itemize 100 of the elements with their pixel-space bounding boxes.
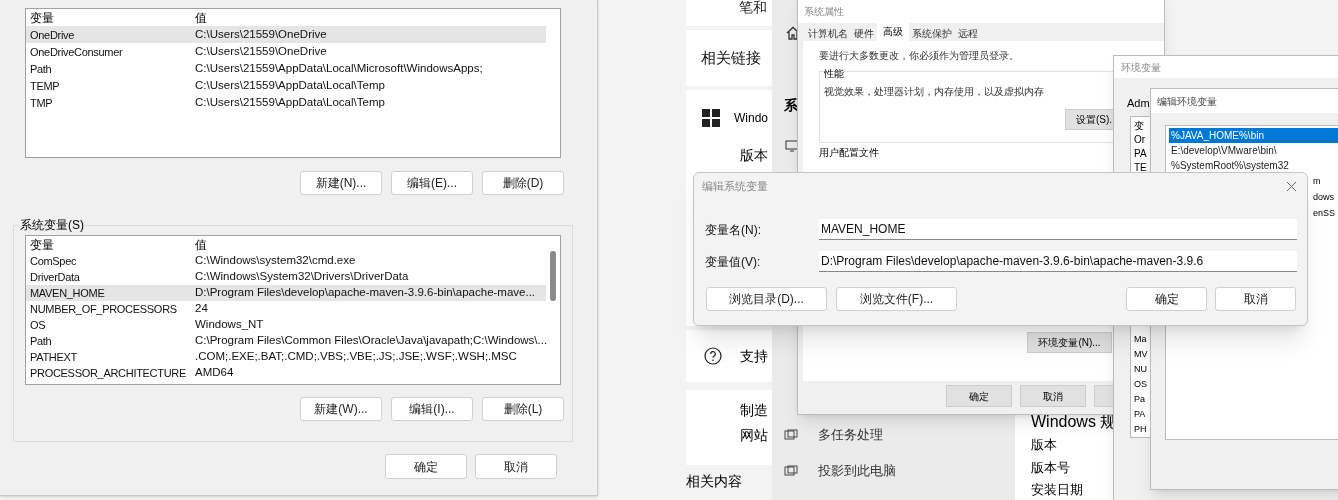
tab[interactable]: 高级 [877, 23, 909, 41]
variable-row[interactable]: ComSpec C:\Windows\system32\cmd.exe [26, 253, 546, 269]
variable-name: Path [30, 335, 52, 347]
variable-name: TMP [30, 96, 53, 109]
field-label: 变量值(V): [705, 253, 762, 271]
variable-row[interactable]: Path C:\Users\21559\AppData\Local\Microsoft\WindowsApps; [26, 60, 546, 77]
variable-name: MV [1134, 348, 1148, 361]
spec-label: 版本号 [1031, 458, 1071, 477]
nav-label: 系 [784, 96, 798, 115]
variable-row[interactable]: NUMBER_OF_PROCESSORS 24 [26, 301, 546, 317]
column-header: 变量 [29, 236, 55, 254]
dialog-button[interactable]: 取消 [1215, 287, 1296, 311]
input-field[interactable]: D:\Program Files\develop\apache-maven-3.9.6-bin\apache-maven-3.9.6 [819, 251, 1297, 272]
environment-variables-button[interactable]: 环境变量(N)... [1027, 332, 1112, 353]
dialog-button[interactable]: 浏览目录(D)... [706, 287, 827, 311]
window-title: 编辑环境变量 [1157, 94, 1217, 109]
variable-value: C:\Program Files\Common Files\Oracle\Java\javapath;C:\Windows\... [194, 333, 548, 349]
variable-name: NUMBER_OF_PROCESSORS [30, 303, 177, 315]
variable-row[interactable]: TMP C:\Users\21559\AppData\Local\Temp [26, 94, 546, 111]
path-item[interactable]: dows [1313, 191, 1334, 207]
note-text: 要进行大多数更改，你必须作为管理员登录。 [819, 49, 1020, 63]
variable-value: C:\Users\21559\OneDrive [194, 26, 327, 42]
settings-label: Windo [734, 109, 768, 127]
dialog-button[interactable]: 浏览文件(F)... [836, 287, 957, 311]
home-icon[interactable] [786, 26, 800, 40]
variable-name: 变 [1134, 119, 1144, 133]
path-item[interactable]: m [1313, 175, 1321, 191]
dialog-button[interactable]: 新建(W)... [300, 397, 382, 421]
settings-label: 网站 [740, 426, 768, 445]
dialog-button[interactable]: 取消 [475, 454, 557, 479]
dialog-button[interactable]: 删除(L) [482, 397, 564, 421]
variable-value: C:\Users\21559\OneDrive [194, 43, 327, 59]
variable-row[interactable]: PATHEXT .COM;.EXE;.BAT;.CMD;.VBS;.VBE;.JS;.JSE;.WSF;.WSH;.MSC [26, 349, 546, 365]
settings-button[interactable]: 设置(S). [1065, 109, 1115, 130]
window-icon [784, 465, 798, 477]
tab[interactable]: 远程 [955, 26, 981, 41]
settings-card[interactable]: 笔和 [686, 0, 772, 26]
input-field[interactable]: MAVEN_HOME [819, 219, 1297, 240]
path-item[interactable]: E:\develop\VMware\bin\ [1169, 143, 1338, 158]
variable-name: NU [1134, 363, 1147, 376]
window-title: 环境变量 [1121, 60, 1161, 75]
settings-card[interactable]: 相关链接 [686, 30, 772, 86]
variable-value: Windows_NT [194, 317, 264, 333]
variable-name: OneDrive [30, 28, 75, 41]
variable-name: OS [30, 319, 46, 331]
tab[interactable]: 硬件 [851, 26, 877, 41]
variable-value: C:\Users\21559\AppData\Local\Temp [194, 77, 385, 93]
variable-name: OS [1134, 378, 1147, 391]
spec-label: 版本 [1031, 436, 1058, 454]
group-text: 视觉效果，处理器计划，内存使用，以及虚拟内存 [824, 85, 1045, 99]
variable-row[interactable]: MAVEN_HOME D:\Program Files\develop\apache-maven-3.9.6-bin\apache-mave... [26, 285, 546, 301]
scrollbar-thumb[interactable] [550, 251, 556, 301]
variable-name: OneDriveConsumer [30, 45, 123, 58]
monitor-icon[interactable] [785, 140, 799, 152]
settings-card[interactable]: 支持 [686, 330, 772, 382]
settings-label: 支持 [740, 346, 768, 366]
variable-row[interactable]: OneDriveConsumer C:\Users\21559\OneDrive [26, 43, 546, 60]
variable-row[interactable]: DriverData C:\Windows\System32\Drivers\DriverData [26, 269, 546, 285]
dialog-button[interactable]: 编辑(E)... [391, 171, 473, 195]
variable-name: Or [1134, 133, 1146, 147]
group-title: 系统变量(S) [19, 217, 85, 233]
dialog-button[interactable]: 新建(N)... [300, 171, 382, 195]
variable-value: D:\Program Files\develop\apache-maven-3.9.6-bin\apache-mave... [194, 285, 536, 301]
tab[interactable]: 系统保护 [909, 26, 955, 41]
variable-row[interactable]: OS Windows_NT [26, 317, 546, 333]
dialog-button[interactable]: 确定 [946, 385, 1012, 407]
group-title: 用户配置文件 [819, 146, 879, 160]
variable-name: MAVEN_HOME [30, 287, 105, 299]
close-icon[interactable] [1286, 180, 1297, 192]
dialog-button[interactable]: 确定 [1126, 287, 1207, 311]
variable-name: PH [1134, 423, 1147, 436]
path-item[interactable]: enSS [1313, 207, 1336, 223]
variable-name: TE [1134, 161, 1147, 175]
nav-item[interactable]: 多任务处理 [784, 426, 896, 444]
variable-value: C:\Users\21559\AppData\Local\Temp [194, 94, 385, 110]
group-title: 性能 [824, 66, 844, 81]
path-item[interactable]: %SystemRoot%\system32 [1169, 158, 1338, 173]
tab[interactable]: 计算机名 [805, 26, 851, 41]
variable-row[interactable]: OneDrive C:\Users\21559\OneDrive [26, 26, 546, 43]
dialog-button[interactable]: 删除(D) [482, 171, 564, 195]
field-label: 变量名(N): [705, 221, 762, 239]
nav-item[interactable]: 投影到此电脑 [784, 462, 896, 480]
variable-row[interactable]: TEMP C:\Users\21559\AppData\Local\Temp [26, 77, 546, 94]
section-title: 相关内容 [686, 472, 742, 491]
dialog-button[interactable]: 编辑(I)... [391, 397, 473, 421]
path-item[interactable]: %JAVA_HOME%\bin [1169, 128, 1338, 143]
variable-name: Ma [1134, 333, 1147, 346]
dialog-button[interactable]: 确定 [385, 454, 467, 479]
variable-name: Pa [1134, 393, 1145, 406]
variable-name: Path [30, 62, 52, 75]
variable-value: C:\Users\21559\AppData\Local\Microsoft\WindowsApps; [194, 60, 483, 76]
variable-row[interactable]: Path C:\Program Files\Common Files\Oracle\Java\javapath;C:\Windows\... [26, 333, 546, 349]
variable-name: DriverData [30, 271, 80, 283]
help-icon [704, 347, 722, 365]
settings-label: 版本 [740, 146, 768, 165]
dialog-button[interactable]: 取消 [1020, 385, 1086, 407]
variable-name: PROCESSOR_ARCHITECTURE [30, 367, 186, 379]
variable-value: 24 [194, 301, 208, 317]
column-header: 值 [194, 236, 207, 254]
variable-row[interactable]: PROCESSOR_ARCHITECTURE AMD64 [26, 365, 546, 381]
